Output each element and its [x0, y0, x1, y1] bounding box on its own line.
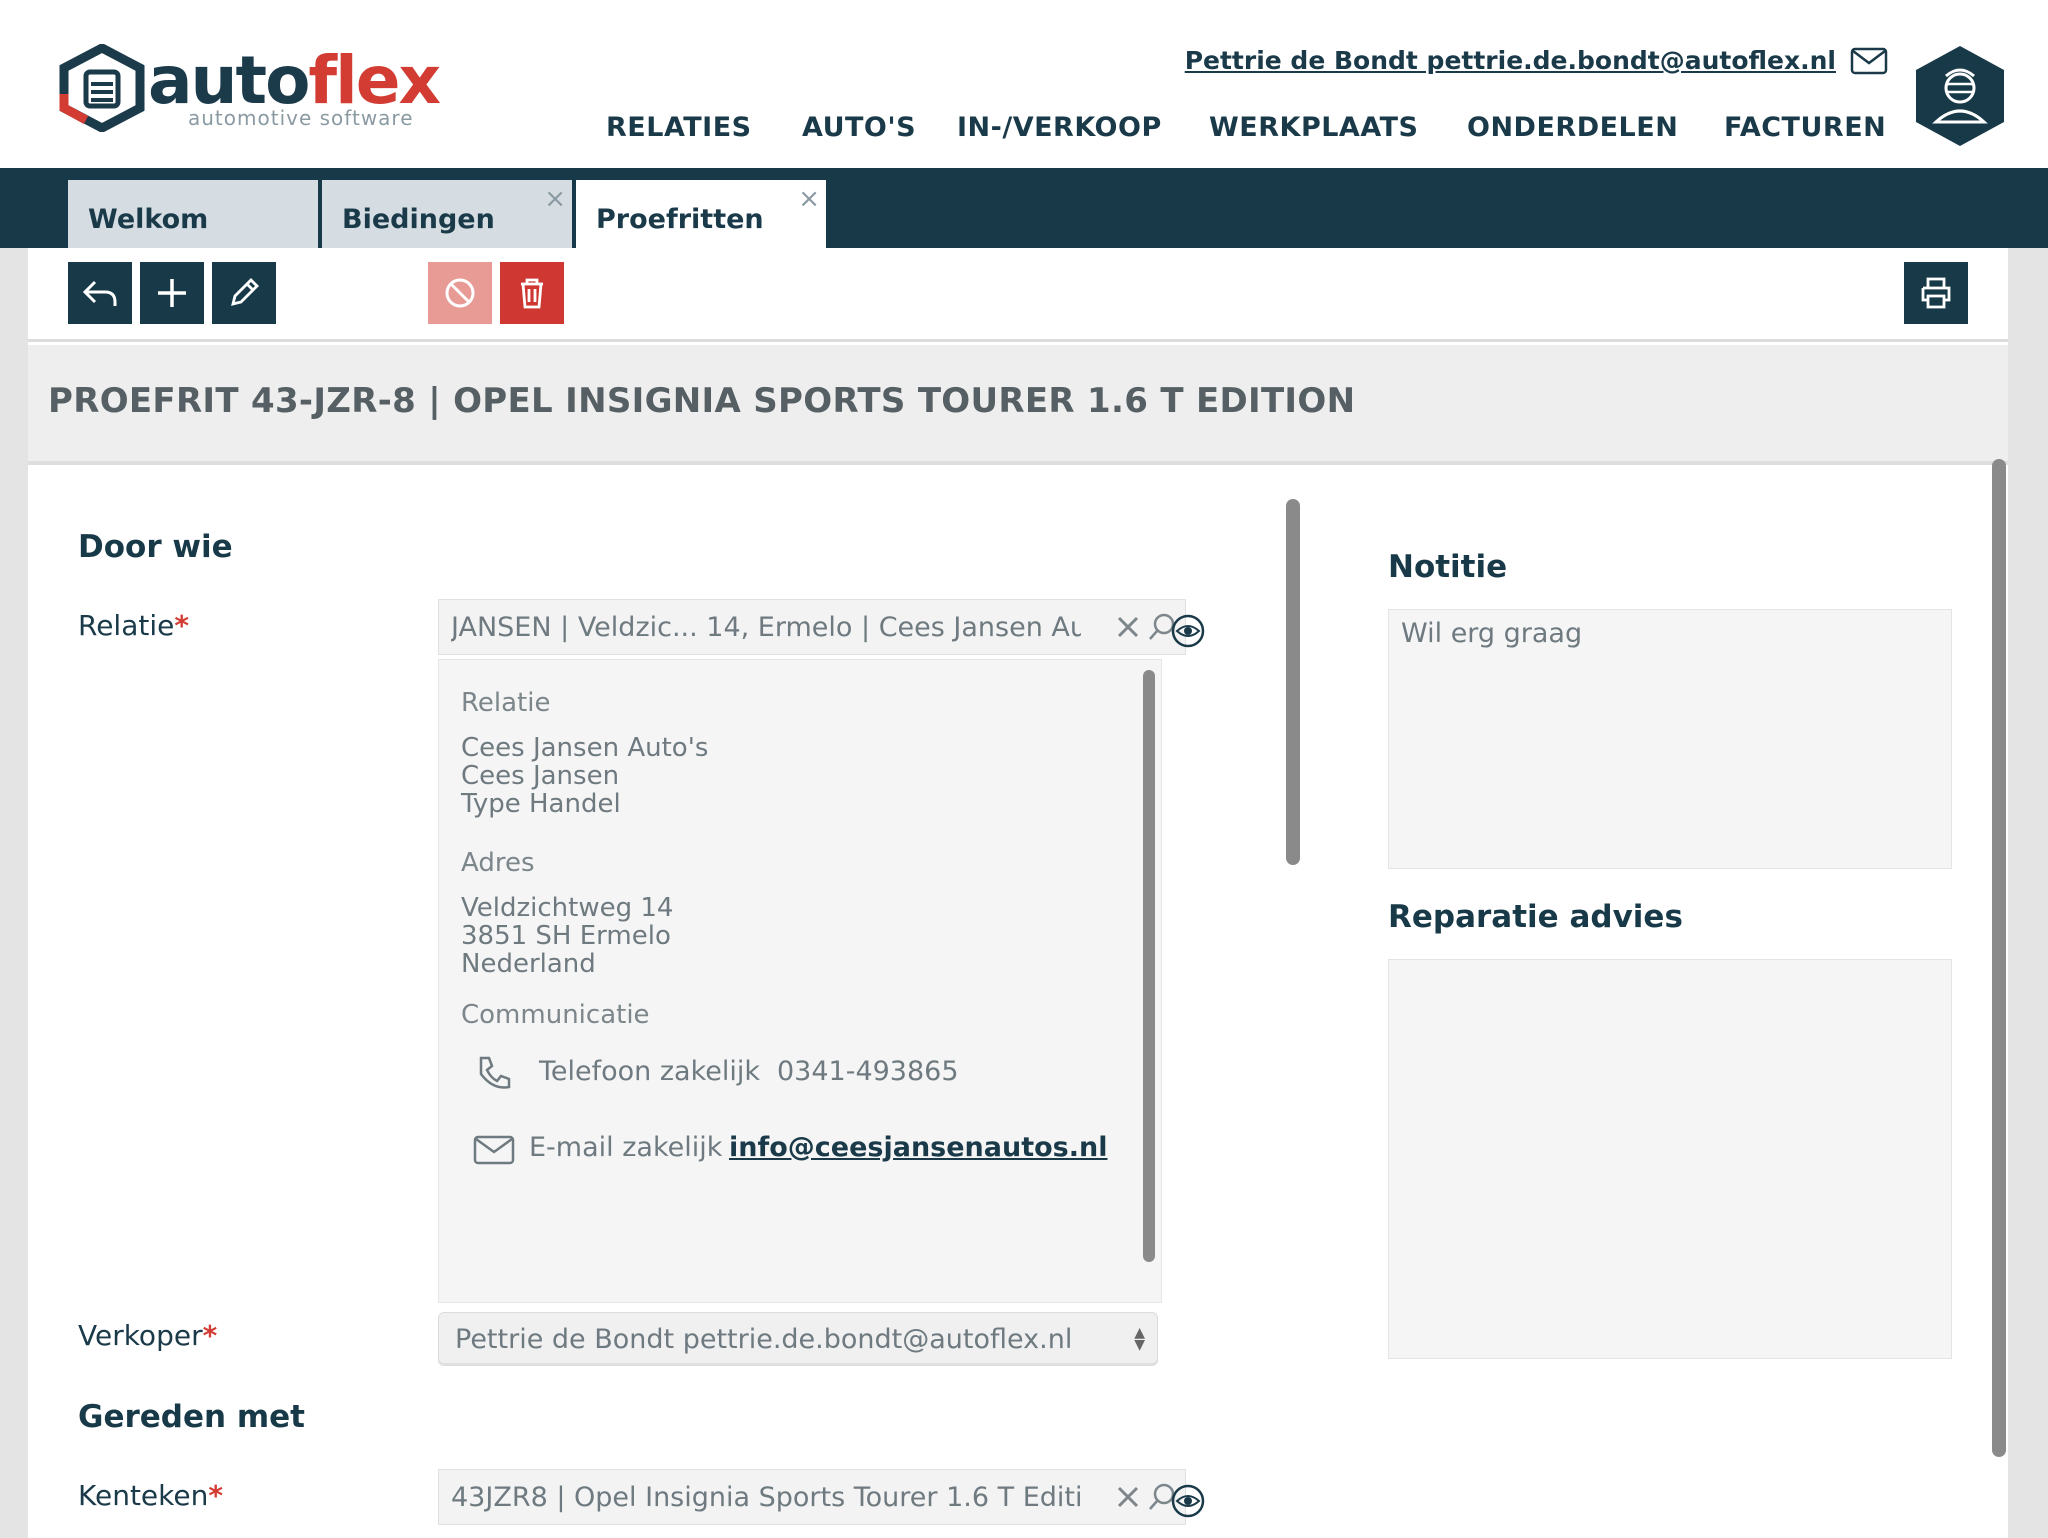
- nav-in-verkoop[interactable]: IN-/VERKOOP: [957, 112, 1162, 143]
- detail-relatie-line: Cees Jansen: [461, 761, 620, 791]
- tab-welkom[interactable]: Welkom: [68, 180, 318, 248]
- tab-bar: Welkom Biedingen × Proefritten ×: [0, 168, 2048, 248]
- phone-icon: [479, 1056, 511, 1089]
- app-header: autoflex automotive software Pettrie de …: [0, 0, 2048, 168]
- close-icon[interactable]: ×: [798, 184, 820, 214]
- clear-icon[interactable]: [1115, 614, 1141, 640]
- tab-label: Welkom: [88, 204, 209, 235]
- mail-icon[interactable]: [1850, 47, 1888, 75]
- user-link[interactable]: Pettrie de Bondt pettrie.de.bondt@autofl…: [1185, 46, 1836, 75]
- detail-adres-line: Nederland: [461, 949, 596, 979]
- print-button[interactable]: [1904, 262, 1968, 324]
- email-icon: [473, 1135, 515, 1165]
- trash-icon: [521, 278, 543, 309]
- ban-icon: [445, 278, 475, 308]
- nav-werkplaats[interactable]: WERKPLAATS: [1209, 112, 1419, 143]
- form-content: Door wie Relatie* JANSEN | Veldzic... 14…: [28, 459, 2008, 1538]
- relatie-input[interactable]: JANSEN | Veldzic... 14, Ermelo | Cees Ja…: [438, 599, 1186, 655]
- verkoper-label: Verkoper*: [78, 1319, 217, 1352]
- required-mark: *: [174, 609, 190, 642]
- nav-autos[interactable]: AUTO'S: [802, 112, 916, 143]
- section-gereden-met: Gereden met: [78, 1399, 306, 1435]
- detail-relatie-header: Relatie: [461, 688, 551, 718]
- add-button[interactable]: [140, 262, 204, 324]
- verkoper-label-text: Verkoper: [78, 1319, 203, 1352]
- tab-proefritten[interactable]: Proefritten ×: [576, 180, 826, 248]
- select-arrows-icon: ▲ ▼: [1134, 1325, 1145, 1353]
- autoflex-logo[interactable]: autoflex automotive software: [58, 44, 441, 134]
- clear-icon[interactable]: [1115, 1484, 1141, 1510]
- relatie-input-icons: [1115, 612, 1177, 642]
- left-column-scrollbar[interactable]: [1286, 499, 1300, 865]
- user-avatar-icon[interactable]: [1912, 44, 2008, 148]
- autoflex-logo-icon: [59, 44, 145, 132]
- edit-button[interactable]: [212, 262, 276, 324]
- nav-relaties[interactable]: RELATIES: [606, 112, 752, 143]
- reply-icon: [82, 280, 117, 306]
- view-kenteken-eye-icon[interactable]: [1170, 1483, 1206, 1519]
- tab-label: Proefritten: [596, 204, 764, 235]
- phone-value: 0341-493865: [777, 1056, 959, 1087]
- user-info: Pettrie de Bondt pettrie.de.bondt@autofl…: [1185, 46, 1888, 75]
- phone-label: Telefoon zakelijk: [539, 1056, 761, 1087]
- kenteken-input-icons: [1115, 1482, 1177, 1512]
- nav-facturen[interactable]: FACTUREN: [1724, 112, 1886, 143]
- page-scrollbar[interactable]: [1992, 459, 2006, 1457]
- email-link[interactable]: info@ceesjansenautos.nl: [729, 1132, 1107, 1163]
- section-door-wie: Door wie: [78, 529, 233, 565]
- frame-left: [0, 248, 28, 1538]
- plus-icon: [158, 279, 186, 307]
- detail-adres-header: Adres: [461, 848, 535, 878]
- section-reparatie-advies: Reparatie advies: [1388, 899, 1683, 935]
- delete-button[interactable]: [500, 262, 564, 324]
- relatie-detail-panel[interactable]: Relatie Cees Jansen Auto's Cees Jansen T…: [438, 659, 1162, 1303]
- required-mark: *: [202, 1319, 218, 1352]
- printer-icon: [1921, 277, 1951, 309]
- reparatie-advies-textarea[interactable]: [1388, 959, 1952, 1359]
- detail-adres-line: 3851 SH Ermelo: [461, 921, 671, 951]
- title-bar: PROEFRIT 43-JZR-8 | OPEL INSIGNIA SPORTS…: [28, 345, 2008, 465]
- nav-onderdelen[interactable]: ONDERDELEN: [1467, 112, 1678, 143]
- email-label: E-mail zakelijk: [529, 1132, 723, 1163]
- required-mark: *: [208, 1479, 223, 1512]
- brand-wordmark: autoflex: [148, 48, 441, 114]
- tab-label: Biedingen: [342, 204, 495, 235]
- kenteken-label-text: Kenteken: [78, 1479, 209, 1512]
- relatie-value: JANSEN | Veldzic... 14, Ermelo | Cees Ja…: [451, 612, 1081, 643]
- cancel-button[interactable]: [428, 262, 492, 324]
- frame-right: [2008, 248, 2048, 1538]
- relatie-label-text: Relatie: [78, 609, 175, 642]
- verkoper-value: Pettrie de Bondt pettrie.de.bondt@autofl…: [455, 1324, 1073, 1355]
- detail-relatie-line: Type Handel: [461, 789, 621, 819]
- kenteken-value: 43JZR8 | Opel Insignia Sports Tourer 1.6…: [451, 1482, 1081, 1513]
- page-title: PROEFRIT 43-JZR-8 | OPEL INSIGNIA SPORTS…: [48, 381, 1356, 421]
- kenteken-input[interactable]: 43JZR8 | Opel Insignia Sports Tourer 1.6…: [438, 1469, 1186, 1525]
- brand-tagline: automotive software: [188, 106, 414, 130]
- relatie-label: Relatie*: [78, 609, 189, 642]
- detail-scrollbar[interactable]: [1143, 670, 1155, 1262]
- verkoper-select[interactable]: Pettrie de Bondt pettrie.de.bondt@autofl…: [438, 1312, 1158, 1366]
- section-notitie: Notitie: [1388, 549, 1508, 585]
- detail-adres-line: Veldzichtweg 14: [461, 893, 674, 923]
- detail-communicatie-header: Communicatie: [461, 1000, 650, 1030]
- pencil-icon: [231, 278, 259, 306]
- close-icon[interactable]: ×: [544, 184, 566, 214]
- record-toolbar: [28, 248, 2008, 342]
- notitie-textarea[interactable]: Wil erg graag: [1388, 609, 1952, 869]
- tab-biedingen[interactable]: Biedingen ×: [322, 180, 572, 248]
- view-relatie-eye-icon[interactable]: [1170, 613, 1206, 649]
- detail-relatie-line: Cees Jansen Auto's: [461, 733, 709, 763]
- kenteken-label: Kenteken*: [78, 1479, 223, 1512]
- back-button[interactable]: [68, 262, 132, 324]
